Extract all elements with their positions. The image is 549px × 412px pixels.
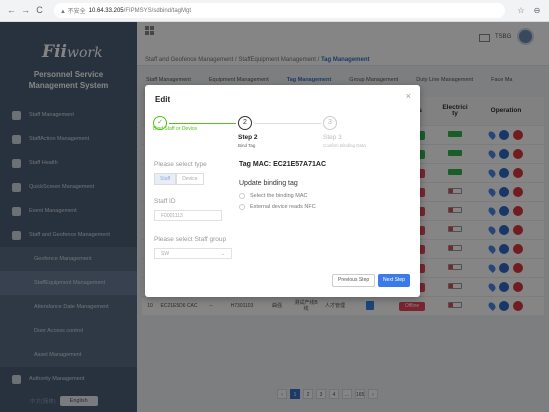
- reload-icon[interactable]: C: [34, 5, 45, 16]
- previous-step-button[interactable]: Previous Step: [332, 274, 376, 287]
- step-connector: [254, 123, 321, 124]
- url-host: 10.64.33.205: [88, 7, 124, 14]
- step-connector: [169, 123, 236, 124]
- tag-mac: Tag MAC: EC21E57A71AC: [239, 161, 327, 168]
- staff-group-label: Please select Staff group: [154, 236, 227, 243]
- edit-dialog: Edit × ✓ 2 3 Bind Staff or Device Step 2…: [145, 85, 420, 297]
- step-1-label: Bind Staff or Device: [153, 126, 198, 132]
- staff-group-select: SW ⌄: [154, 248, 232, 259]
- profile-icon[interactable]: ⊖: [531, 5, 543, 17]
- type-selector: Staff Device: [154, 173, 232, 185]
- step-2-indicator: 2: [238, 116, 252, 130]
- close-icon[interactable]: ×: [406, 91, 411, 101]
- address-bar[interactable]: ▲ 不安全 10.64.33.205 /FIPMSYS/sdbind/tagMg…: [54, 3, 505, 18]
- type-label: Please select type: [154, 161, 207, 168]
- radio-external-nfc[interactable]: External device reads NFC: [239, 204, 409, 210]
- browser-toolbar: ← → C ▲ 不安全 10.64.33.205 /FIPMSYS/sdbind…: [0, 0, 549, 22]
- step-3-desc: Confirm Binding Data: [323, 143, 366, 148]
- radio-icon: [239, 193, 245, 199]
- stepper: ✓ 2 3 Bind Staff or Device Step 2 Bind T…: [153, 116, 403, 151]
- staff-id-field: F0001113: [154, 210, 222, 221]
- update-binding-title: Update binding tag: [239, 180, 298, 187]
- dialog-title: Edit: [155, 95, 171, 104]
- url-path: /FIPMSYS/sdbind/tagMgt: [123, 7, 192, 14]
- bookmark-star-icon[interactable]: ☆: [515, 5, 527, 17]
- type-option-staff: Staff: [154, 173, 177, 185]
- radio-select-binding-mac[interactable]: Select the binding MAC: [239, 193, 409, 199]
- step-2-desc: Bind Tag: [238, 143, 256, 148]
- staff-id-label: Staff ID: [154, 198, 176, 205]
- type-option-device: Device: [176, 173, 204, 185]
- radio-icon: [239, 204, 245, 210]
- forward-icon[interactable]: →: [20, 5, 31, 16]
- step-3-indicator: 3: [323, 116, 337, 130]
- bind-tag-form: Tag MAC: EC21E57A71AC Update binding tag…: [239, 161, 409, 215]
- not-secure-badge[interactable]: ▲ 不安全: [60, 6, 86, 15]
- step-3-title: Step 3: [323, 134, 342, 141]
- step-2-title: Step 2: [238, 134, 258, 141]
- back-icon[interactable]: ←: [6, 5, 17, 16]
- chevron-down-icon: ⌄: [220, 251, 225, 257]
- next-step-button[interactable]: Next Step: [378, 274, 410, 287]
- disabled-form: Please select type Staff Device Staff ID…: [154, 161, 232, 259]
